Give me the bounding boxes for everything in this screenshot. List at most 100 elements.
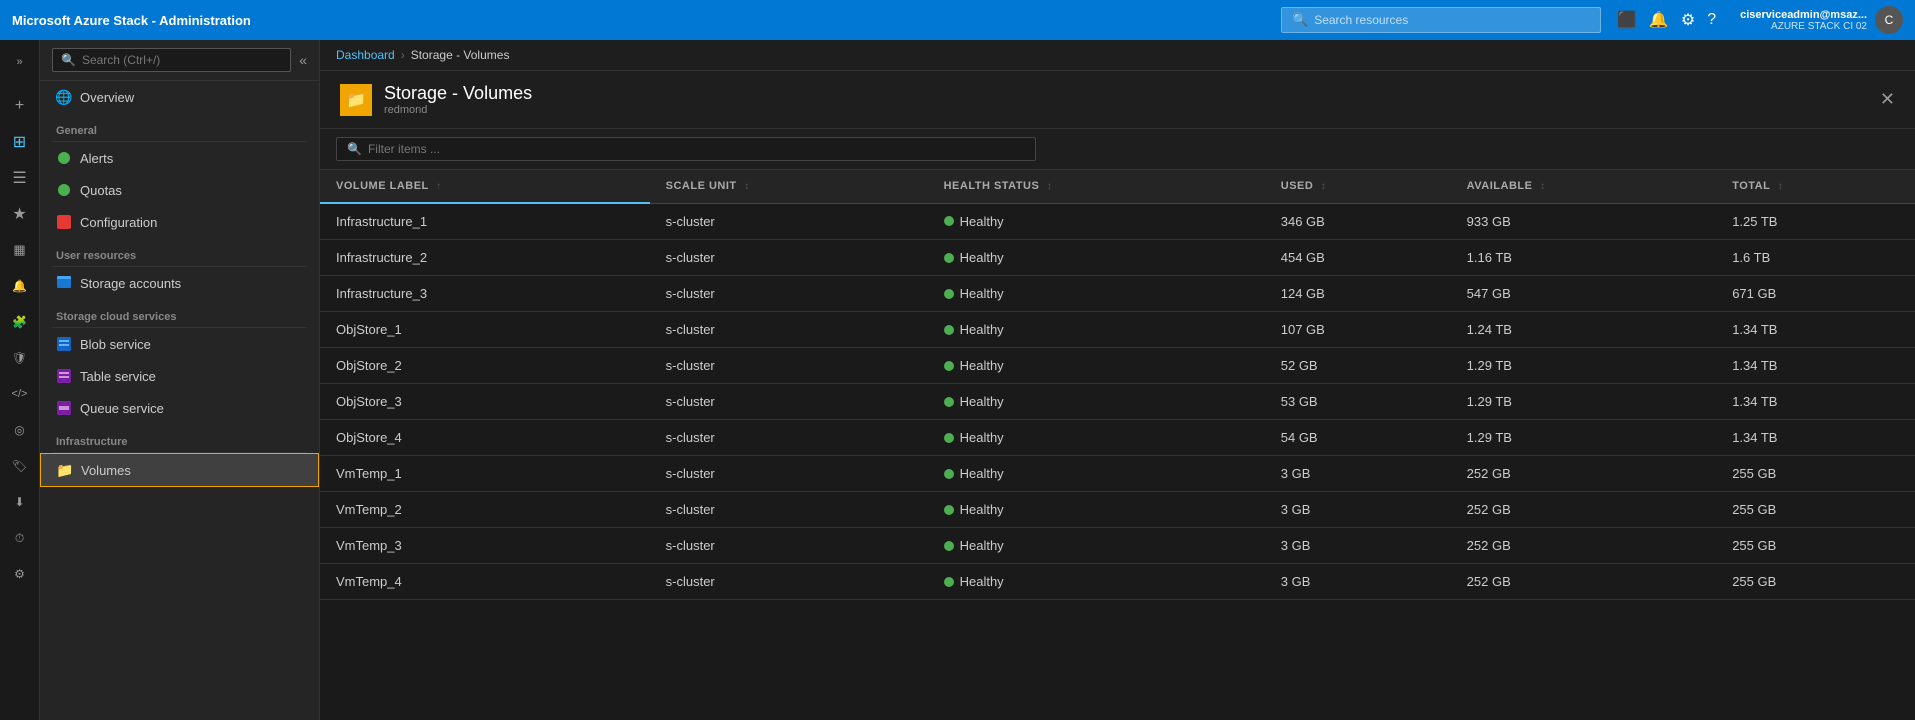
all-services-icon[interactable]: ☰	[2, 160, 38, 196]
expand-sidebar-button[interactable]: »	[2, 44, 38, 80]
status-dot	[944, 541, 954, 551]
table-row[interactable]: VmTemp_4 s-cluster Healthy 3 GB 252 GB 2…	[320, 564, 1915, 600]
nav-section-user-resources: User resources	[40, 238, 319, 266]
portal-icon[interactable]: ⬛	[1617, 10, 1637, 30]
extensions-icon[interactable]: 🧩	[2, 304, 38, 340]
settings-icon[interactable]: ⚙	[1681, 10, 1695, 30]
monitor-icon[interactable]: ◎	[2, 412, 38, 448]
sidebar-item-blob-service[interactable]: Blob service	[40, 328, 319, 360]
sidebar-item-volumes[interactable]: 📁 Volumes	[40, 453, 319, 487]
cell-volume-label: ObjStore_4	[320, 420, 650, 456]
status-text: Healthy	[960, 538, 1004, 553]
new-resource-button[interactable]: +	[2, 88, 38, 124]
table-row[interactable]: VmTemp_2 s-cluster Healthy 3 GB 252 GB 2…	[320, 492, 1915, 528]
table-header-row: VOLUME LABEL ↑ SCALE UNIT ↕ HEALTH STATU…	[320, 170, 1915, 203]
sidebar-item-label: Queue service	[80, 401, 164, 416]
table-row[interactable]: ObjStore_2 s-cluster Healthy 52 GB 1.29 …	[320, 348, 1915, 384]
col-available[interactable]: AVAILABLE ↕	[1451, 170, 1717, 203]
nav-search[interactable]: 🔍	[52, 48, 291, 72]
sidebar-item-quotas[interactable]: Quotas	[40, 174, 319, 206]
notifications-sidebar-icon[interactable]: 🔔	[2, 268, 38, 304]
cell-scale-unit: s-cluster	[650, 203, 928, 240]
cell-health-status: Healthy	[928, 312, 1265, 348]
table-row[interactable]: ObjStore_1 s-cluster Healthy 107 GB 1.24…	[320, 312, 1915, 348]
status-dot	[944, 577, 954, 587]
sidebar-item-label: Quotas	[80, 183, 122, 198]
cell-used: 3 GB	[1265, 564, 1451, 600]
sidebar-item-table-service[interactable]: Table service	[40, 360, 319, 392]
volumes-icon: 📁	[57, 462, 73, 478]
col-health-status[interactable]: HEALTH STATUS ↕	[928, 170, 1265, 203]
table-row[interactable]: ObjStore_4 s-cluster Healthy 54 GB 1.29 …	[320, 420, 1915, 456]
status-dot	[944, 253, 954, 263]
favorites-icon[interactable]: ★	[2, 196, 38, 232]
dashboard-icon[interactable]: ⊞	[2, 124, 38, 160]
sidebar-item-overview[interactable]: 🌐 Overview	[40, 81, 319, 113]
sidebar-item-configuration[interactable]: Configuration	[40, 206, 319, 238]
search-bar[interactable]: 🔍	[1281, 7, 1601, 33]
alerts-icon	[56, 150, 72, 166]
cell-used: 52 GB	[1265, 348, 1451, 384]
sidebar-item-alerts[interactable]: Alerts	[40, 142, 319, 174]
security-icon[interactable]: 🛡	[2, 340, 38, 376]
grid-icon[interactable]: ▦	[2, 232, 38, 268]
close-button[interactable]: ✕	[1880, 89, 1895, 110]
table-icon	[56, 368, 72, 384]
cell-total: 255 GB	[1716, 528, 1915, 564]
blob-icon	[56, 336, 72, 352]
cell-scale-unit: s-cluster	[650, 456, 928, 492]
nav-section-infrastructure: Infrastructure	[40, 424, 319, 452]
cell-volume-label: VmTemp_1	[320, 456, 650, 492]
table-row[interactable]: ObjStore_3 s-cluster Healthy 53 GB 1.29 …	[320, 384, 1915, 420]
col-scale-unit[interactable]: SCALE UNIT ↕	[650, 170, 928, 203]
cell-scale-unit: s-cluster	[650, 348, 928, 384]
table-row[interactable]: Infrastructure_3 s-cluster Healthy 124 G…	[320, 276, 1915, 312]
search-icon: 🔍	[1292, 12, 1308, 28]
recent-icon[interactable]: ⏱	[2, 520, 38, 556]
cell-volume-label: Infrastructure_3	[320, 276, 650, 312]
col-used[interactable]: USED ↕	[1265, 170, 1451, 203]
col-total[interactable]: TOTAL ↕	[1716, 170, 1915, 203]
cell-available: 252 GB	[1451, 528, 1717, 564]
table-row[interactable]: Infrastructure_2 s-cluster Healthy 454 G…	[320, 240, 1915, 276]
download-icon[interactable]: ⬇	[2, 484, 38, 520]
app-title: Microsoft Azure Stack - Administration	[12, 13, 251, 28]
cell-volume-label: Infrastructure_1	[320, 203, 650, 240]
sidebar-item-label: Blob service	[80, 337, 151, 352]
sort-icon: ↕	[1540, 181, 1546, 192]
breadcrumb-dashboard[interactable]: Dashboard	[336, 48, 395, 62]
status-text: Healthy	[960, 394, 1004, 409]
filter-icon: 🔍	[347, 142, 362, 156]
tags-icon[interactable]: 🏷	[2, 448, 38, 484]
filter-input[interactable]	[368, 142, 1025, 156]
user-menu[interactable]: ciserviceadmin@msaz... AZURE STACK CI 02…	[1728, 6, 1903, 34]
left-nav: 🔍 « 🌐 Overview General Alerts Quotas	[40, 40, 320, 720]
status-text: Healthy	[960, 214, 1004, 229]
table-body: Infrastructure_1 s-cluster Healthy 346 G…	[320, 203, 1915, 600]
topbar: Microsoft Azure Stack - Administration 🔍…	[0, 0, 1915, 40]
filter-container[interactable]: 🔍	[336, 137, 1036, 161]
notifications-icon[interactable]: 🔔	[1649, 10, 1669, 30]
sidebar-item-label: Storage accounts	[80, 276, 181, 291]
status-dot	[944, 469, 954, 479]
status-text: Healthy	[960, 286, 1004, 301]
user-tenant: AZURE STACK CI 02	[1771, 21, 1867, 32]
settings-sidebar-icon[interactable]: ⚙	[2, 556, 38, 592]
collapse-nav-button[interactable]: «	[299, 52, 307, 68]
sidebar-item-queue-service[interactable]: Queue service	[40, 392, 319, 424]
quotas-icon	[56, 182, 72, 198]
cell-used: 107 GB	[1265, 312, 1451, 348]
help-icon[interactable]: ?	[1707, 11, 1716, 29]
table-row[interactable]: VmTemp_3 s-cluster Healthy 3 GB 252 GB 2…	[320, 528, 1915, 564]
nav-search-input[interactable]	[82, 53, 282, 67]
cell-scale-unit: s-cluster	[650, 276, 928, 312]
search-input[interactable]	[1314, 13, 1590, 27]
table-row[interactable]: Infrastructure_1 s-cluster Healthy 346 G…	[320, 203, 1915, 240]
col-volume-label[interactable]: VOLUME LABEL ↑	[320, 170, 650, 203]
status-text: Healthy	[960, 358, 1004, 373]
sidebar-item-storage-accounts[interactable]: Storage accounts	[40, 267, 319, 299]
content-area: Dashboard › Storage - Volumes 📁 Storage …	[320, 40, 1915, 720]
table-row[interactable]: VmTemp_1 s-cluster Healthy 3 GB 252 GB 2…	[320, 456, 1915, 492]
avatar: C	[1875, 6, 1903, 34]
code-icon[interactable]: </>	[2, 376, 38, 412]
